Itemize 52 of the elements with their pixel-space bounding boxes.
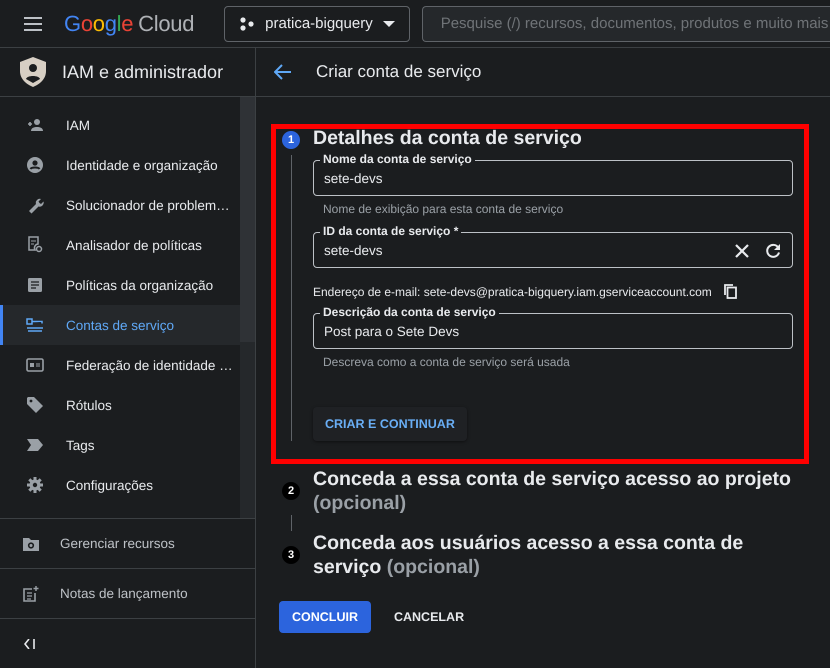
- label-icon: [26, 436, 44, 454]
- cancel-button[interactable]: CANCELAR: [380, 601, 478, 633]
- google-cloud-logo[interactable]: Google Cloud: [64, 10, 194, 36]
- tag-icon: [26, 396, 44, 414]
- scrollbar[interactable]: [240, 97, 255, 518]
- step-title: Conceda a essa conta de serviço acesso ao projeto (opcional): [313, 467, 792, 515]
- section-title: IAM e administrador: [62, 62, 224, 82]
- refresh-icon[interactable]: [765, 243, 781, 259]
- document-icon: [26, 276, 44, 294]
- field-label: ID da conta de serviço *: [320, 224, 462, 238]
- sidebar-item[interactable]: Identidade e organização: [0, 145, 240, 185]
- shield-person-icon: [20, 57, 46, 87]
- gear-icon: [26, 476, 44, 494]
- menu-icon[interactable]: [24, 16, 42, 30]
- helper-text: Descreva como a conta de serviço será usada: [322, 355, 571, 369]
- document-search-icon: [26, 236, 44, 254]
- step-title: Detalhes da conta de serviço: [313, 126, 583, 150]
- project-icon: [239, 16, 256, 30]
- person-add-icon: [26, 116, 44, 134]
- done-button[interactable]: CONCLUIR: [279, 601, 371, 633]
- sidebar-item[interactable]: Rótulos: [0, 385, 240, 425]
- id-card-icon: [26, 356, 44, 374]
- copy-icon[interactable]: [724, 284, 737, 299]
- account-icon: [26, 156, 44, 174]
- helper-text: Nome de exibição para esta conta de serviço: [322, 202, 564, 216]
- sidebar-item[interactable]: Configurações: [0, 465, 240, 505]
- sidebar-item[interactable]: Federação de identidade …: [0, 345, 240, 385]
- page-title: Criar conta de serviço: [316, 62, 482, 82]
- sidebar-item[interactable]: Solucionador de problem…: [0, 185, 240, 225]
- notes-icon: [22, 584, 40, 602]
- step-number: 2: [282, 482, 300, 500]
- search-field[interactable]: Pesquise (/) recursos, documentos, produtos e muito mais: [422, 6, 830, 42]
- dropdown-caret-icon: [382, 20, 395, 26]
- close-icon[interactable]: [735, 244, 749, 258]
- sidebar-link[interactable]: Gerenciar recursos: [0, 518, 255, 568]
- sidebar-item[interactable]: Contas de serviço: [0, 305, 240, 345]
- sidebar-link[interactable]: Notas de lançamento: [0, 568, 255, 618]
- field-label: Descrição da conta de serviço: [320, 305, 499, 319]
- create-and-continue-button[interactable]: CRIAR E CONTINUAR: [313, 407, 467, 441]
- back-arrow-icon[interactable]: [274, 64, 292, 80]
- sidebar-item[interactable]: Políticas da organização: [0, 265, 240, 305]
- sidebar-item[interactable]: IAM: [0, 105, 240, 145]
- step-number: 3: [282, 546, 300, 564]
- field-label: Nome da conta de serviço: [320, 152, 475, 166]
- sidebar-item[interactable]: Tags: [0, 425, 240, 465]
- sidebar-item[interactable]: Analisador de políticas: [0, 225, 240, 265]
- project-selector[interactable]: pratica-bigquery: [224, 6, 410, 42]
- step-title: Conceda aos usuários acesso a essa conta de serviço (opcional): [313, 531, 744, 579]
- collapse-sidebar-icon[interactable]: [24, 638, 36, 648]
- email-address: Endereço de e-mail: sete-devs@pratica-bigquery.iam.gserviceaccount.com: [313, 284, 712, 298]
- key-card-icon: [26, 316, 44, 334]
- step-number: 1: [282, 131, 300, 149]
